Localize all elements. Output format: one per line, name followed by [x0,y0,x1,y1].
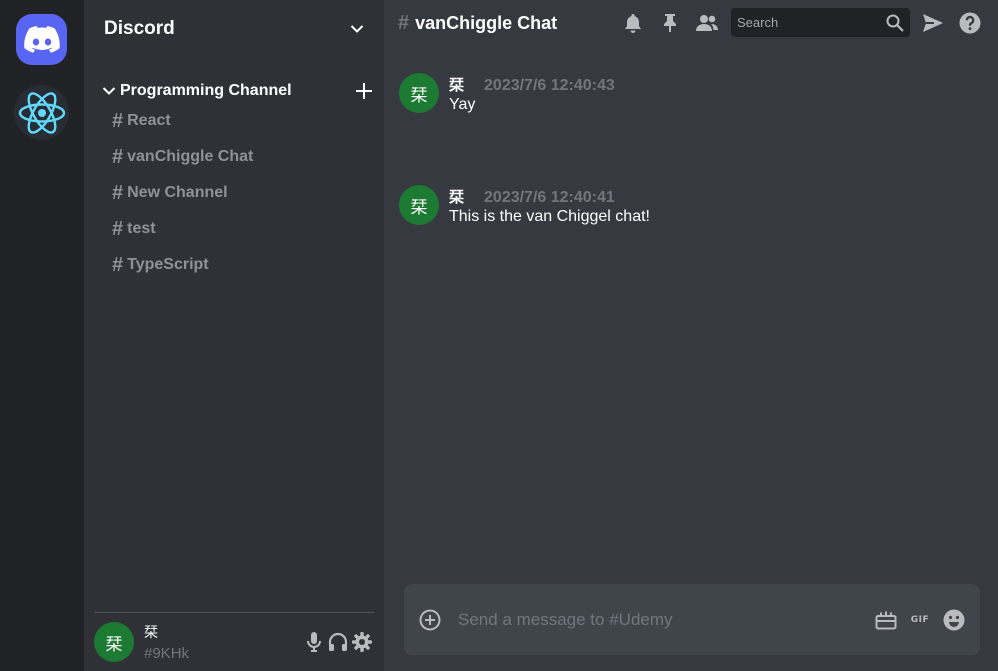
headphones-icon [328,632,348,651]
message-author[interactable]: 栞 [449,186,464,207]
message-text: This is the van Chiggel chat! [449,208,650,225]
channel-item-typescript[interactable]: # TypeScript [112,252,209,278]
member-list-button[interactable] [694,9,720,37]
gear-icon [352,632,372,652]
discord-home-button[interactable] [16,14,67,65]
message[interactable]: 栞 栞 2023/7/6 12:40:43 Yay [399,73,979,121]
avatar[interactable]: 栞 [399,73,439,113]
user-tag: #9KHk [144,645,190,662]
channel-item-new-channel[interactable]: # New Channel [112,180,228,206]
react-server-button[interactable] [14,85,69,140]
pinned-messages-button[interactable] [657,9,683,37]
category-programming[interactable]: Programming Channel [102,80,372,102]
chat-area: # vanChiggle Chat Search 栞 栞 2023/7/6 12… [384,0,998,671]
emoji-button[interactable] [940,606,968,634]
channel-label: TypeScript [127,256,209,273]
message-composer: GIF [404,584,980,655]
add-channel-icon[interactable] [356,83,372,99]
channel-label: test [127,220,156,237]
upload-button[interactable] [416,606,444,634]
hash-icon: # [112,181,124,204]
discord-icon [23,25,60,53]
channel-item-react[interactable]: # React [112,108,171,134]
gift-button[interactable] [872,606,900,634]
help-icon [959,12,981,33]
search-box[interactable] [731,8,910,37]
search-icon [886,14,904,32]
pin-icon [664,13,676,32]
gif-button[interactable]: GIF [906,606,934,634]
user-name: 栞 [144,625,158,641]
message-header: 栞 2023/7/6 12:40:41 [449,186,615,207]
send-icon [923,13,943,32]
channel-sidebar: Discord Programming Channel # React # va… [84,0,384,671]
hash-icon: # [112,145,124,168]
notifications-button[interactable] [620,9,646,37]
hash-icon: # [398,11,410,34]
message-text: Yay [449,96,476,113]
gif-icon: GIF [910,614,930,625]
deafen-button[interactable] [328,631,348,653]
message-author[interactable]: 栞 [449,74,464,95]
help-button[interactable] [957,9,983,37]
avatar[interactable]: 栞 [399,185,439,225]
mute-button[interactable] [304,631,324,653]
message-header: 栞 2023/7/6 12:40:43 [449,74,615,95]
search-input[interactable] [737,15,886,30]
add-circle-icon [419,609,441,630]
category-label: Programming Channel [120,82,292,99]
channel-label: New Channel [127,184,228,201]
bell-icon [625,13,641,33]
user-controls [304,631,372,653]
server-header[interactable]: Discord [84,0,384,58]
gift-icon [875,611,897,629]
user-settings-button[interactable] [352,631,372,653]
react-icon [18,91,65,134]
chevron-down-icon [102,87,116,95]
inbox-button[interactable] [920,9,946,37]
message-timestamp: 2023/7/6 12:40:41 [484,189,615,206]
message-timestamp: 2023/7/6 12:40:43 [484,77,615,94]
message[interactable]: 栞 栞 2023/7/6 12:40:41 This is the van Ch… [399,185,979,233]
avatar[interactable]: 栞 [94,622,134,662]
hash-icon: # [112,217,124,240]
channel-label: React [127,112,171,129]
channel-item-test[interactable]: # test [112,216,156,242]
emoji-icon [943,609,965,630]
header-toolbar [620,8,994,37]
chevron-down-icon[interactable] [350,24,364,34]
microphone-icon [307,632,321,652]
members-icon [696,14,718,31]
hash-icon: # [112,253,124,276]
server-name: Discord [104,18,175,39]
user-info: 栞 #9KHk [144,622,304,662]
message-input[interactable] [458,609,866,630]
user-panel: 栞 栞 #9KHk [94,612,374,671]
hash-icon: # [112,109,124,132]
channel-item-vanchiggle-chat[interactable]: # vanChiggle Chat [112,144,253,170]
channel-label: vanChiggle Chat [127,148,254,165]
server-rail [0,0,84,671]
